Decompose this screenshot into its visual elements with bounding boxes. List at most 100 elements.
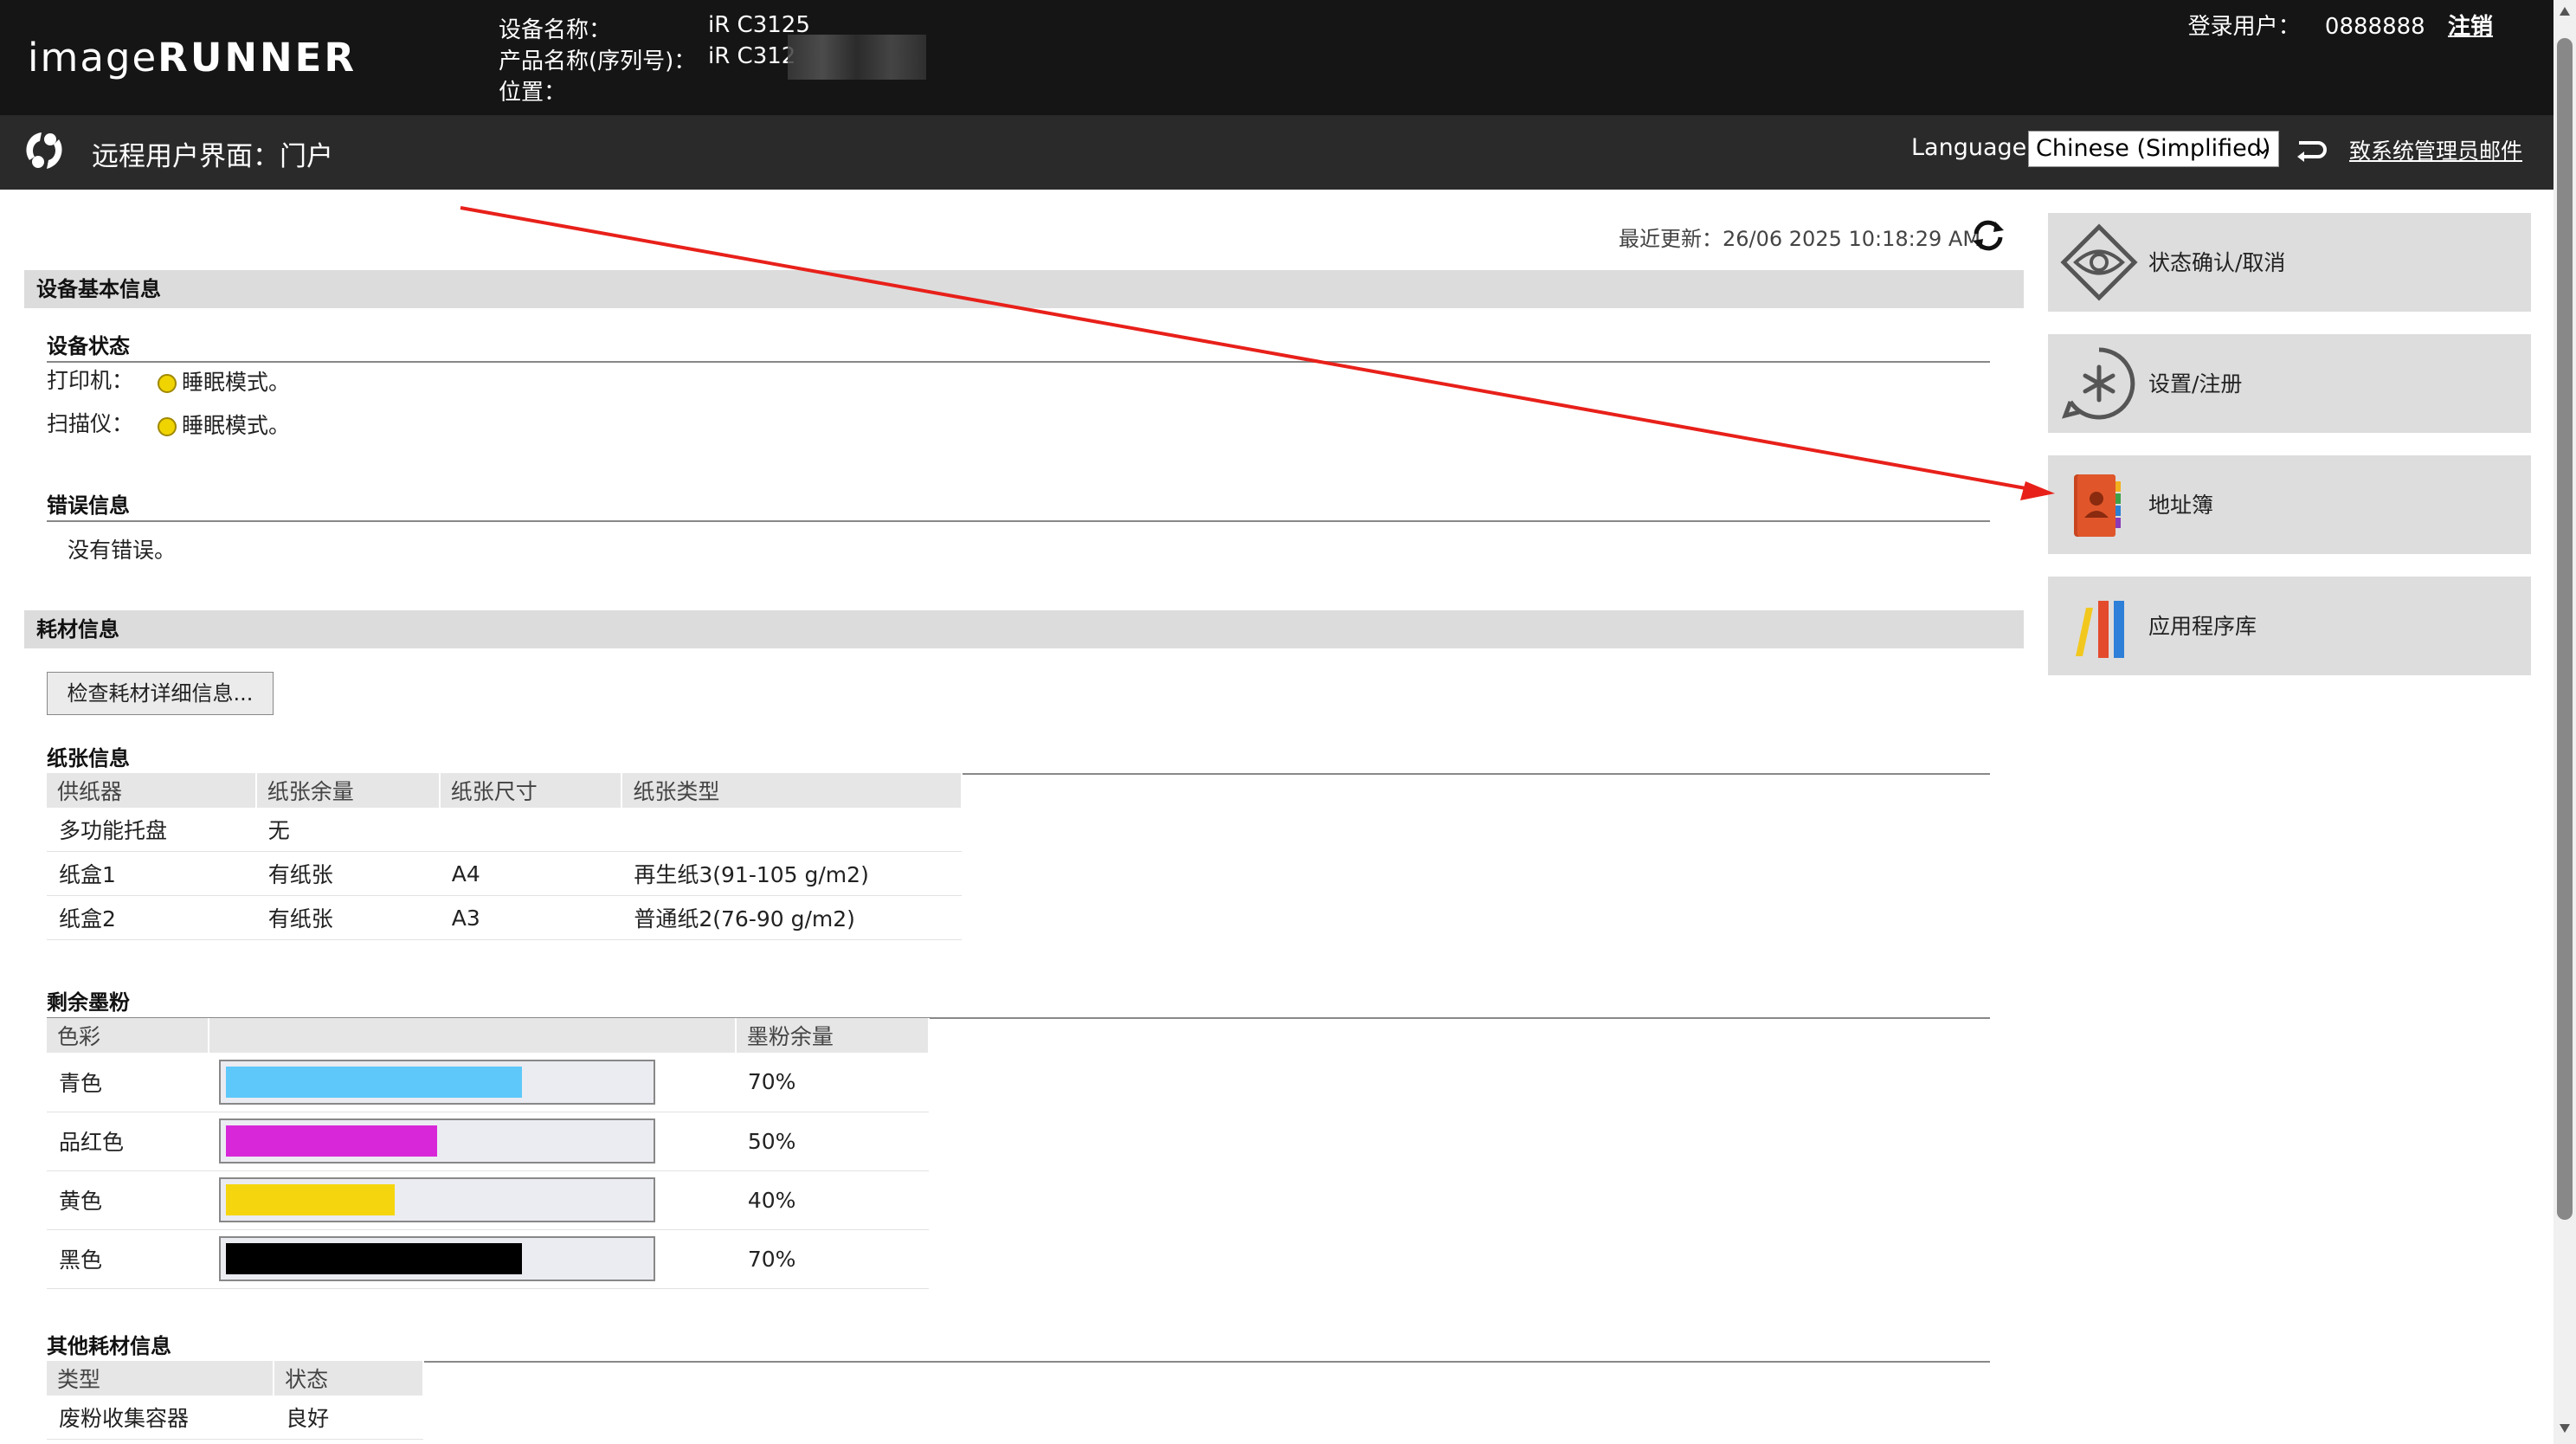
language-label: Language: (1911, 134, 2035, 161)
toner-level-bar (219, 1059, 656, 1105)
table-cell: 纸盒2 (47, 895, 256, 940)
language-selected-value: Chinese (Simplified) (2036, 135, 2271, 162)
status-monitor-label: 状态确认/取消 (2148, 250, 2286, 275)
language-select[interactable]: Chinese (Simplified) ⌄ (2028, 131, 2279, 167)
table-cell: 无 (255, 808, 440, 852)
table-cell: 废粉收集容器 (47, 1396, 274, 1440)
toner-level-text: 50% (735, 1112, 929, 1171)
error-info-text: 没有错误。 (68, 538, 177, 563)
toner-color-name: 品红色 (47, 1112, 209, 1171)
address-book-label: 地址簿 (2148, 493, 2214, 518)
remote-ui-portal-icon (22, 128, 67, 173)
chevron-down-icon: ⌄ (2253, 135, 2271, 159)
application-library-icon (2076, 601, 2124, 658)
location-label: 位置： (499, 80, 567, 106)
other-consumables-table: 类型 状态 废粉收集容器 良好 (47, 1361, 424, 1440)
toner-color-name: 青色 (47, 1053, 209, 1112)
table-cell: 多功能托盘 (47, 808, 256, 852)
paper-table-header: 供纸器 纸张余量 纸张尺寸 纸张类型 (47, 773, 963, 808)
address-book-button[interactable]: 地址簿 (2048, 455, 2531, 554)
status-dot-icon (158, 374, 177, 393)
toner-level-bar (219, 1236, 656, 1281)
paper-table: 供纸器 纸张余量 纸张尺寸 纸张类型 多功能托盘 无 纸盒1 有纸张 A4 再生… (47, 773, 963, 940)
scanner-status: 睡眠模式。 (158, 409, 290, 440)
scroll-down-arrow-icon[interactable] (2560, 1424, 2570, 1433)
column-header: 色彩 (47, 1018, 210, 1053)
table-cell: A4 (439, 851, 622, 896)
address-book-icon (2074, 474, 2121, 537)
sub-header: 远程用户界面：门户 Language: Chinese (Simplified)… (0, 115, 2553, 190)
device-name-label: 设备名称： (499, 17, 612, 43)
login-info: 登录用户： 0888888 注销 (2188, 9, 2493, 41)
return-icon[interactable] (2292, 132, 2327, 167)
application-library-label: 应用程序库 (2148, 614, 2257, 639)
settings-icon (2061, 347, 2135, 420)
other-table-header: 类型 状态 (47, 1361, 424, 1396)
column-header: 供纸器 (47, 773, 257, 808)
toner-level-fill (226, 1184, 396, 1215)
toner-level-fill (226, 1066, 523, 1098)
table-row: 纸盒2 有纸张 A3 普通纸2(76-90 g/m2) (47, 895, 962, 940)
vertical-scrollbar[interactable] (2553, 0, 2576, 1444)
table-cell (439, 808, 622, 852)
settings-label: 设置/注册 (2148, 371, 2243, 396)
settings-button[interactable]: 设置/注册 (2048, 334, 2531, 433)
device-basic-info-header: 设备基本信息 (24, 270, 2024, 308)
toner-row-magenta: 品红色 50% (47, 1112, 929, 1171)
refresh-icon[interactable] (1969, 216, 2007, 255)
column-header: 类型 (47, 1361, 275, 1396)
status-monitor-button[interactable]: 状态确认/取消 (2048, 213, 2531, 312)
check-consumables-button[interactable]: 检查耗材详细信息... (47, 672, 274, 715)
login-label: 登录用户： (2187, 14, 2301, 40)
toner-title: 剩余墨粉 (47, 985, 1990, 1019)
toner-level-fill (226, 1243, 523, 1274)
toner-level-bar (219, 1177, 656, 1222)
table-cell: A3 (439, 895, 622, 940)
toner-level-bar (219, 1118, 656, 1164)
product-name-label: 产品名称(序列号)： (499, 48, 697, 74)
toner-color-name: 黑色 (47, 1229, 209, 1289)
toner-table-header: 色彩 墨粉余量 (47, 1018, 931, 1053)
table-row: 废粉收集容器 良好 (47, 1396, 423, 1440)
table-cell (621, 808, 962, 852)
toner-row-black: 黑色 70% (47, 1229, 929, 1289)
last-update-time: 最近更新：26/06 2025 10:18:29 AM (1619, 227, 1981, 251)
column-header (209, 1018, 737, 1053)
toner-level-cell (209, 1053, 736, 1112)
other-consumables-title: 其他耗材信息 (47, 1329, 1990, 1363)
toner-level-cell (209, 1229, 736, 1289)
scroll-thumb[interactable] (2557, 38, 2573, 1220)
eye-icon (2060, 223, 2138, 301)
logout-link[interactable]: 注销 (2448, 14, 2493, 40)
table-cell: 再生纸3(91-105 g/m2) (621, 851, 962, 896)
application-library-button[interactable]: 应用程序库 (2048, 577, 2531, 675)
toner-rows: 青色 70% 品红色 50% 黄色 40% 黑色 70% (47, 1053, 929, 1289)
login-user: 0888888 (2324, 14, 2425, 40)
toner-level-fill (226, 1125, 438, 1157)
column-header: 墨粉余量 (735, 1018, 931, 1053)
table-row: 多功能托盘 无 (47, 808, 962, 852)
imagerunner-logo: imageRUNNER (28, 35, 357, 81)
product-name-value: iR C312 (708, 43, 796, 69)
scroll-up-arrow-icon[interactable] (2560, 7, 2570, 16)
toner-table: 色彩 墨粉余量 青色 70% 品红色 50% 黄色 40% 黑色 70% (47, 1018, 931, 1289)
status-dot-icon (158, 417, 177, 436)
toner-row-yellow: 黄色 40% (47, 1170, 929, 1230)
printer-status: 睡眠模式。 (158, 365, 290, 396)
table-cell: 有纸张 (255, 851, 440, 896)
toner-level-text: 70% (735, 1053, 929, 1112)
table-cell: 普通纸2(76-90 g/m2) (621, 895, 962, 940)
toner-row-cyan: 青色 70% (47, 1053, 929, 1112)
toner-level-cell (209, 1112, 736, 1171)
admin-mail-link[interactable]: 致系统管理员邮件 (2349, 134, 2522, 165)
scanner-label: 扫描仪： (47, 411, 134, 436)
column-header: 纸张类型 (621, 773, 963, 808)
table-row: 纸盒1 有纸张 A4 再生纸3(91-105 g/m2) (47, 851, 962, 896)
column-header: 状态 (274, 1361, 424, 1396)
portal-title: 远程用户界面：门户 (92, 141, 333, 172)
device-status-title: 设备状态 (47, 329, 1990, 363)
toner-color-name: 黄色 (47, 1170, 209, 1230)
table-cell: 纸盒1 (47, 851, 256, 896)
serial-number-blur (788, 35, 926, 80)
table-cell: 有纸张 (255, 895, 440, 940)
